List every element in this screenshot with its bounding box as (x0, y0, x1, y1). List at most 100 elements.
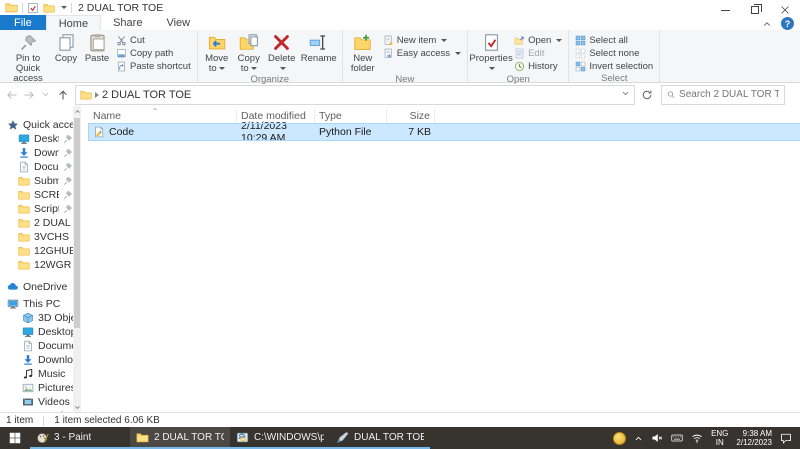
invert-selection-button[interactable]: Invert selection (572, 60, 656, 73)
clock[interactable]: 9:38 AM 2/12/2023 (736, 429, 772, 447)
delete-button[interactable]: Delete (265, 31, 299, 74)
taskbar-item-python-console[interactable]: C:\WINDOWS\py.exe (230, 427, 330, 449)
pen-icon (336, 431, 349, 444)
up-icon (57, 89, 69, 101)
refresh-button[interactable] (635, 85, 659, 105)
breadcrumb-path[interactable]: 2 DUAL TOR TOE (102, 89, 191, 101)
close-button[interactable] (770, 0, 800, 20)
sidebar-item-quick-access[interactable]: Quick access (0, 118, 81, 132)
move-to-button[interactable]: Move to (201, 31, 233, 74)
recent-locations-button[interactable] (37, 86, 54, 103)
file-row-code[interactable]: Code 2/11/2023 10:29 AM Python File 7 KB (88, 120, 800, 144)
copy-button[interactable]: Copy (51, 31, 81, 64)
qat-properties-icon[interactable] (27, 2, 39, 14)
up-button[interactable] (54, 86, 71, 103)
tab-share[interactable]: Share (101, 15, 154, 30)
new-item-label: New item (396, 35, 437, 46)
new-folder-button[interactable]: New folder (346, 31, 380, 74)
sidebar-item-local-disk[interactable]: Local Disk (0, 409, 81, 412)
copy-path-button[interactable]: Copy path (113, 47, 194, 60)
search-input[interactable] (679, 89, 779, 100)
history-button[interactable]: History (511, 60, 565, 73)
action-center-icon[interactable] (780, 432, 792, 444)
cut-button[interactable]: Cut (113, 34, 194, 47)
new-item-button[interactable]: New item (380, 34, 464, 47)
address-folder-icon (80, 89, 92, 101)
copy-to-button[interactable]: Copy to (233, 31, 265, 74)
minimize-button[interactable] (710, 0, 740, 20)
ribbon: Pin to Quick access Copy Paste Cut Copy … (0, 30, 800, 95)
back-button[interactable] (3, 86, 20, 103)
taskbar-item-paint[interactable]: 3 - Paint (30, 427, 130, 449)
paste-shortcut-button[interactable]: Paste shortcut (113, 60, 194, 73)
open-button[interactable]: Open (511, 34, 565, 47)
column-header-date-modified[interactable]: Date modified (237, 109, 315, 123)
sidebar-item-screen[interactable]: SCREEN (0, 188, 81, 202)
sidebar-item-12ghub[interactable]: 12GHUB (0, 244, 81, 258)
scroll-up-icon[interactable] (73, 106, 81, 116)
forward-button[interactable] (20, 86, 37, 103)
qat-new-folder-icon[interactable] (43, 2, 55, 14)
wifi-icon[interactable] (691, 432, 703, 444)
volume-muted-icon[interactable] (651, 432, 663, 444)
sidebar-item-12wgr[interactable]: 12WGR (0, 258, 81, 272)
easy-access-button[interactable]: Easy access (380, 47, 464, 60)
scrollbar-thumb[interactable] (74, 118, 80, 328)
python-file-icon (93, 126, 105, 138)
search-box[interactable] (661, 84, 785, 105)
sidebar-scrollbar[interactable] (73, 106, 81, 412)
sidebar-item-pictures[interactable]: Pictures (0, 381, 81, 395)
monitor-icon (18, 133, 30, 145)
python-console-icon (236, 431, 249, 444)
tray-app-icon[interactable] (613, 431, 627, 445)
touch-keyboard-icon[interactable] (671, 432, 683, 444)
sidebar-item-documents-pc[interactable]: Documents (0, 339, 81, 353)
sidebar-item-music[interactable]: Music (0, 367, 81, 381)
properties-button[interactable]: Properties (469, 31, 513, 74)
sidebar-item-this-pc[interactable]: This PC (0, 297, 81, 311)
tray-overflow-chevron-icon[interactable] (634, 434, 643, 443)
start-button[interactable] (0, 427, 30, 449)
restore-button[interactable] (740, 0, 770, 20)
column-header-type[interactable]: Type (315, 109, 387, 123)
language-indicator[interactable]: ENG IN (711, 429, 728, 447)
column-header-size[interactable]: Size (387, 109, 435, 123)
edit-button[interactable]: Edit (511, 47, 565, 60)
select-all-button[interactable]: Select all (572, 34, 656, 47)
download-icon (18, 147, 30, 159)
taskbar-item-explorer[interactable]: 2 DUAL TOR TOE (130, 427, 230, 449)
address-box[interactable]: 2 DUAL TOR TOE (75, 84, 635, 105)
rename-icon (309, 33, 328, 52)
tab-home[interactable]: Home (45, 15, 102, 30)
delete-icon (272, 33, 291, 52)
rename-button[interactable]: Rename (299, 31, 339, 64)
sidebar-item-submissions[interactable]: Submiss (0, 174, 81, 188)
collapse-ribbon-icon[interactable] (762, 19, 772, 29)
address-bar-row: 2 DUAL TOR TOE (0, 83, 800, 106)
sidebar-item-videos[interactable]: Videos (0, 395, 81, 409)
sidebar-item-desktop[interactable]: Desktop (0, 132, 81, 146)
pin-to-quick-access-button[interactable]: Pin to Quick access (5, 31, 51, 84)
sidebar-item-downloads-pc[interactable]: Downloads (0, 353, 81, 367)
scroll-down-icon[interactable] (73, 402, 81, 412)
sidebar-item-onedrive[interactable]: OneDrive (0, 280, 81, 294)
tab-view[interactable]: View (154, 15, 202, 30)
sidebar-item-documents-pinned[interactable]: Docume (0, 160, 81, 174)
pin-icon (19, 33, 38, 52)
computer-icon (7, 298, 19, 310)
qat-customize-caret-icon[interactable] (61, 6, 67, 9)
paste-button[interactable]: Paste (81, 31, 113, 64)
sidebar-item-3vchs[interactable]: 3VCHS (0, 230, 81, 244)
sidebar-item-desktop-pc[interactable]: Desktop (0, 325, 81, 339)
ribbon-group-select: Select all Select none Invert selection … (569, 30, 661, 84)
sidebar-item-scripts[interactable]: Scripts (0, 202, 81, 216)
select-none-button[interactable]: Select none (572, 47, 656, 60)
sidebar-item-downloads-pinned[interactable]: Downlo (0, 146, 81, 160)
ribbon-group-new: New folder New item Easy access New (343, 30, 469, 85)
column-header-name[interactable]: Name (89, 109, 237, 123)
sidebar-item-3d-objects[interactable]: 3D Objects (0, 311, 81, 325)
address-dropdown-button[interactable] (621, 89, 630, 101)
tab-file[interactable]: File (0, 15, 46, 30)
taskbar-item-dual-tor-toe[interactable]: DUAL TOR TOE (330, 427, 430, 449)
sidebar-item-2-dual-tor-toe[interactable]: 2 DUAL TO (0, 216, 81, 230)
